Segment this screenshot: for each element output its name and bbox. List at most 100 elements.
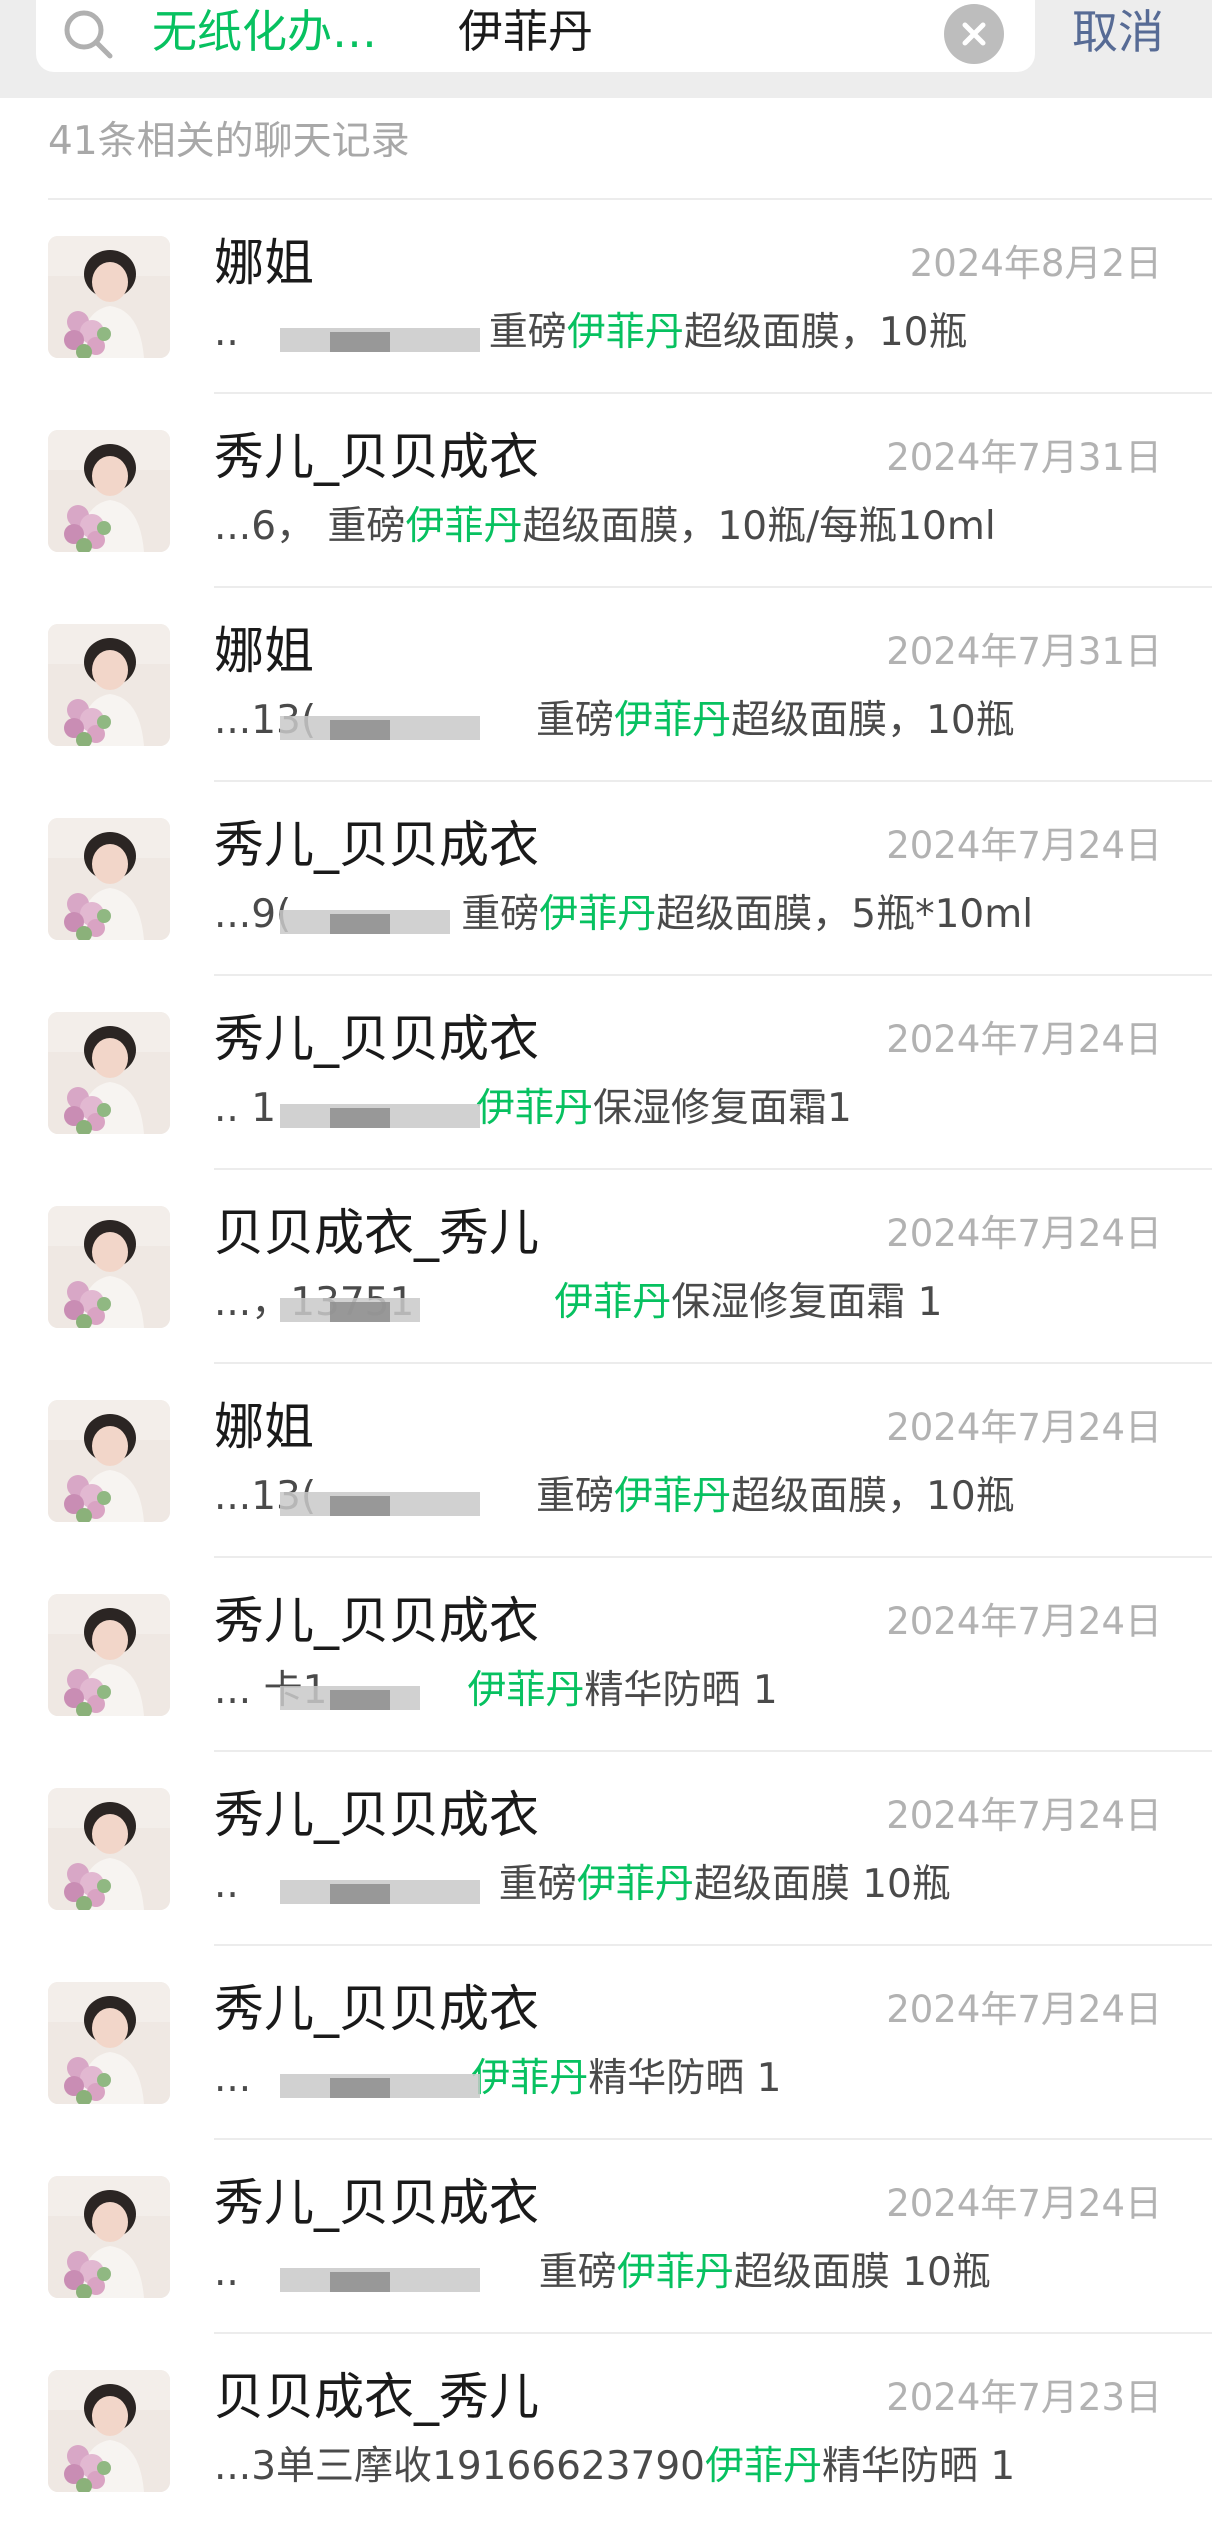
chat-record-item[interactable]: 贝贝成衣_秀儿 2024年7月23日 ...3单三摩收19166623790伊菲… [0, 2334, 1212, 2528]
message-date: 2024年7月24日 [886, 1794, 1162, 1837]
avatar [48, 1206, 170, 1328]
avatar [48, 236, 170, 358]
keyword-highlight: 伊菲丹 [471, 2056, 589, 2101]
contact-name: 秀儿_贝贝成衣 [214, 428, 539, 486]
search-icon [64, 10, 113, 59]
chat-record-item[interactable]: 秀儿_贝贝成衣 2024年7月24日 ...9( 重磅伊菲丹超级面膜，5瓶*10… [0, 782, 1212, 976]
chat-record-item[interactable]: 秀儿_贝贝成衣 2024年7月24日 ... 6，伊菲丹精华防晒 1 [0, 1946, 1212, 2140]
message-date: 2024年7月24日 [886, 1212, 1162, 1255]
redaction-mosaic [330, 1884, 390, 1904]
avatar-image [48, 1594, 170, 1716]
contact-name: 贝贝成衣_秀儿 [214, 2368, 539, 2426]
avatar [48, 430, 170, 552]
contact-name: 秀儿_贝贝成衣 [214, 1980, 539, 2038]
results-count: 41条相关的聊天记录 [48, 119, 410, 164]
keyword-highlight: 伊菲丹 [554, 1280, 672, 1325]
avatar-image [48, 1982, 170, 2104]
snippet-after: 保湿修复面霜 1 [671, 1280, 943, 1325]
chat-record-item[interactable]: 娜姐 2024年7月31日 ...13( 重磅伊菲丹超级面膜，10瓶 [0, 588, 1212, 782]
contact-name: 秀儿_贝贝成衣 [214, 1786, 539, 1844]
snippet-after: 精华防晒 1 [821, 2444, 1016, 2489]
search-box[interactable]: 无纸化办… 伊菲丹 [36, 0, 1035, 72]
message-date: 2024年7月24日 [886, 1018, 1162, 1061]
avatar-image [48, 2370, 170, 2492]
avatar-image [48, 1788, 170, 1910]
chat-record-item[interactable]: 秀儿_贝贝成衣 2024年7月24日 .. 1 24，伊菲丹保湿修复面霜1 [0, 976, 1212, 1170]
snippet-prefix: ...3单三摩收19166623790 [214, 2444, 705, 2489]
snippet-after: 精华防晒 1 [584, 1668, 778, 1713]
avatar-image [48, 818, 170, 940]
keyword-highlight: 伊菲丹 [576, 1862, 694, 1907]
snippet-after: 超级面膜 10瓶 [733, 2250, 991, 2295]
search-input[interactable]: 伊菲丹 [458, 4, 593, 60]
redaction-mosaic [330, 1108, 390, 1128]
chat-record-item[interactable]: 娜姐 2024年8月2日 .. 重磅伊菲丹超级面膜，10瓶 [0, 200, 1212, 394]
snippet-gap [315, 502, 327, 552]
redaction-mosaic [330, 1690, 390, 1710]
chat-record-item[interactable]: 秀儿_贝贝成衣 2024年7月31日 ...6， 重磅伊菲丹超级面膜，10瓶/每… [0, 394, 1212, 588]
contact-name: 娜姐 [214, 234, 314, 292]
snippet-prefix: ...6， [214, 504, 316, 549]
clear-button[interactable] [944, 4, 1004, 64]
snippet-after: 超级面膜，5瓶*10ml [656, 892, 1034, 937]
snippet-after: 超级面膜，10瓶 [731, 698, 1015, 743]
snippet-gap [414, 1278, 554, 1328]
redaction-mosaic [330, 332, 390, 352]
chat-record-item[interactable]: 贝贝成衣_秀儿 2024年7月24日 ...，13751 伊菲丹保湿修复面霜 1 [0, 1170, 1212, 1364]
snippet-before: 重磅 [536, 1474, 615, 1519]
redaction-mosaic [330, 1302, 390, 1322]
message-snippet: ...3单三摩收19166623790伊菲丹精华防晒 1 [214, 2442, 1015, 2492]
contact-name: 秀儿_贝贝成衣 [214, 2174, 539, 2232]
contact-name: 贝贝成衣_秀儿 [214, 1204, 539, 1262]
snippet-before: 重磅 [488, 310, 567, 355]
avatar [48, 1012, 170, 1134]
redaction-mosaic [330, 720, 390, 740]
search-filter-chip[interactable]: 无纸化办… [152, 4, 377, 60]
keyword-highlight: 伊菲丹 [467, 1668, 585, 1713]
keyword-highlight: 伊菲丹 [704, 2444, 822, 2489]
keyword-highlight: 伊菲丹 [476, 1086, 594, 1131]
snippet-after: 精华防晒 1 [588, 2056, 782, 2101]
avatar [48, 1982, 170, 2104]
message-date: 2024年7月23日 [886, 2376, 1162, 2419]
snippet-after: 超级面膜，10瓶 [731, 1474, 1015, 1519]
cancel-button[interactable]: 取消 [1072, 4, 1164, 60]
message-date: 2024年7月24日 [886, 1406, 1162, 1449]
result-list: 娜姐 2024年8月2日 .. 重磅伊菲丹超级面膜，10瓶 秀儿_贝贝成衣 20… [0, 200, 1212, 2528]
snippet-prefix: .. [214, 2250, 239, 2295]
avatar-image [48, 2176, 170, 2298]
message-date: 2024年7月31日 [886, 630, 1162, 673]
chat-record-item[interactable]: 秀儿_贝贝成衣 2024年7月24日 ... 卡1 855，伊菲丹精华防晒 1 [0, 1558, 1212, 1752]
avatar [48, 2176, 170, 2298]
message-date: 2024年7月24日 [886, 1600, 1162, 1643]
avatar-image [48, 1400, 170, 1522]
avatar-image [48, 236, 170, 358]
keyword-highlight: 伊菲丹 [614, 698, 732, 743]
chat-record-item[interactable]: 秀儿_贝贝成衣 2024年7月24日 .. ，重磅伊菲丹超级面膜 10瓶 [0, 1752, 1212, 1946]
redaction-mosaic [330, 2272, 390, 2292]
avatar [48, 2370, 170, 2492]
search-bar-area: 无纸化办… 伊菲丹 取消 [0, 0, 1212, 98]
redaction-mosaic [330, 1496, 390, 1516]
snippet-after: 超级面膜，10瓶/每瓶10ml [522, 504, 996, 549]
message-date: 2024年7月24日 [886, 2182, 1162, 2225]
contact-name: 秀儿_贝贝成衣 [214, 1010, 539, 1068]
snippet-before: 重磅 [538, 2250, 617, 2295]
message-date: 2024年8月2日 [909, 242, 1162, 285]
avatar-image [48, 430, 170, 552]
contact-name: 娜姐 [214, 1398, 314, 1456]
chat-record-item[interactable]: 秀儿_贝贝成衣 2024年7月24日 .. 重磅伊菲丹超级面膜 10瓶 [0, 2140, 1212, 2334]
avatar-image [48, 1012, 170, 1134]
contact-name: 娜姐 [214, 622, 314, 680]
message-date: 2024年7月24日 [886, 1988, 1162, 2031]
keyword-highlight: 伊菲丹 [405, 504, 523, 549]
message-date: 2024年7月31日 [886, 436, 1162, 479]
chat-record-item[interactable]: 娜姐 2024年7月24日 ...13( 重磅伊菲丹超级面膜，10瓶 [0, 1364, 1212, 1558]
redaction-mosaic [330, 914, 390, 934]
redaction-mosaic [330, 2078, 390, 2098]
clear-icon [962, 22, 986, 46]
snippet-before: 重磅 [461, 892, 540, 937]
snippet-before: 重磅 [536, 698, 615, 743]
snippet-before: 重磅 [327, 504, 406, 549]
message-date: 2024年7月24日 [886, 824, 1162, 867]
